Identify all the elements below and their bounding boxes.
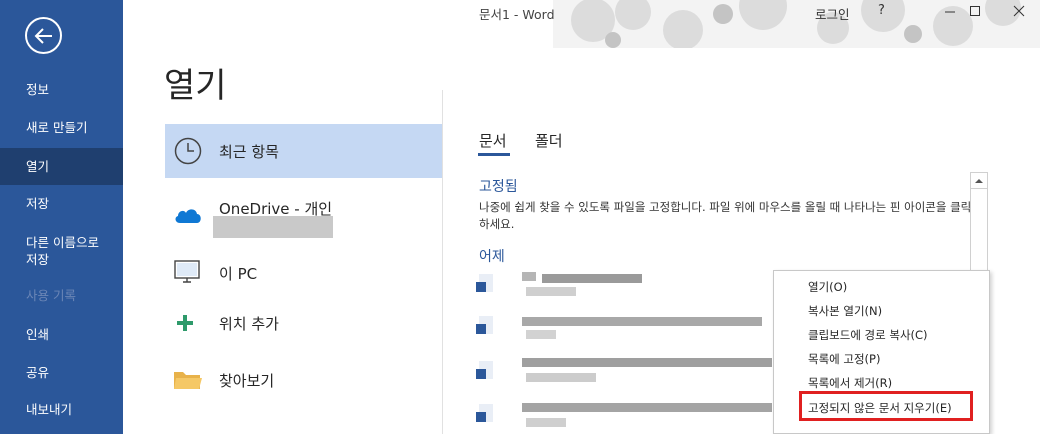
onedrive-cloud-icon <box>173 205 203 229</box>
redacted-path <box>526 418 566 427</box>
menu-item-open-copy[interactable]: 복사본 열기(N) <box>808 303 882 319</box>
nav-item-print[interactable]: 인쇄 <box>0 326 123 343</box>
tab-documents-underline <box>478 153 510 156</box>
recent-file-row[interactable] <box>476 355 776 385</box>
redacted-path <box>526 287 576 296</box>
nav-item-info[interactable]: 정보 <box>0 81 123 98</box>
panel-divider <box>442 90 443 434</box>
login-link[interactable]: 로그인 <box>815 4 850 23</box>
nav-item-save[interactable]: 저장 <box>0 195 123 212</box>
recent-file-row[interactable] <box>476 398 776 428</box>
nav-item-export[interactable]: 내보내기 <box>0 401 123 418</box>
redacted-filename <box>522 358 772 367</box>
highlight-annotation-box <box>799 391 973 421</box>
location-this-pc-label: 이 PC <box>219 265 258 283</box>
recent-file-row[interactable] <box>476 268 776 298</box>
plus-icon <box>173 311 197 339</box>
redacted-filename <box>522 317 762 326</box>
word-document-icon <box>476 359 494 381</box>
location-browse[interactable]: 찾아보기 <box>165 360 442 400</box>
nav-item-save-as-line1: 다른 이름으로 <box>26 235 99 250</box>
redacted-path <box>526 373 596 382</box>
redacted-filename <box>522 272 536 281</box>
close-button[interactable] <box>997 0 1040 24</box>
menu-item-copy-path[interactable]: 클립보드에 경로 복사(C) <box>808 327 928 343</box>
page-title: 열기 <box>164 66 227 106</box>
menu-item-remove[interactable]: 목록에서 제거(R) <box>808 375 892 391</box>
pinned-description: 나중에 쉽게 찾을 수 있도록 파일을 고정합니다. 파일 위에 마우스를 올릴… <box>479 200 972 231</box>
location-recent[interactable]: 최근 항목 <box>165 124 442 178</box>
tab-documents[interactable]: 문서 <box>479 130 507 151</box>
recent-list-scrollbar[interactable] <box>970 172 988 282</box>
menu-item-pin[interactable]: 목록에 고정(P) <box>808 351 880 367</box>
redacted-path <box>526 330 556 339</box>
computer-icon <box>173 258 203 292</box>
back-arrow-icon[interactable] <box>25 17 62 54</box>
nav-item-share[interactable]: 공유 <box>0 364 123 381</box>
pinned-heading: 고정됨 <box>479 179 518 195</box>
maximize-button[interactable] <box>953 0 997 24</box>
redacted-filename <box>542 274 642 283</box>
location-browse-label: 찾아보기 <box>219 372 275 390</box>
nav-item-open[interactable]: 열기 <box>0 148 123 185</box>
nav-item-save-as-line2: 저장 <box>26 252 50 267</box>
window-title: 문서1 - Word <box>479 7 555 22</box>
nav-item-new[interactable]: 새로 만들기 <box>0 119 123 136</box>
location-add-place[interactable]: 위치 추가 <box>165 305 442 341</box>
yesterday-heading: 어제 <box>479 249 505 265</box>
location-add-place-label: 위치 추가 <box>219 315 279 333</box>
title-bar: 문서1 - Word 로그인 ? <box>123 0 1040 48</box>
tab-folders[interactable]: 폴더 <box>535 130 563 151</box>
clock-icon <box>173 136 203 170</box>
nav-item-save-as[interactable]: 다른 이름으로 저장 <box>0 234 123 268</box>
help-button[interactable]: ? <box>878 3 885 18</box>
redacted-filename <box>522 403 772 412</box>
recent-file-row[interactable] <box>476 310 776 340</box>
menu-item-open[interactable]: 열기(O) <box>808 279 847 295</box>
backstage-nav: 정보 새로 만들기 열기 저장 다른 이름으로 저장 사용 기록 인쇄 공유 내… <box>0 0 123 434</box>
folder-icon <box>173 368 203 396</box>
location-onedrive[interactable]: OneDrive - 개인 <box>165 190 442 244</box>
location-this-pc[interactable]: 이 PC <box>165 254 442 294</box>
nav-item-history: 사용 기록 <box>26 288 76 303</box>
word-document-icon <box>476 402 494 424</box>
word-document-icon <box>476 272 494 294</box>
location-recent-label: 최근 항목 <box>219 143 279 161</box>
account-email-redacted <box>213 216 333 238</box>
scroll-up-arrow-icon[interactable] <box>971 173 987 189</box>
word-document-icon <box>476 314 494 336</box>
